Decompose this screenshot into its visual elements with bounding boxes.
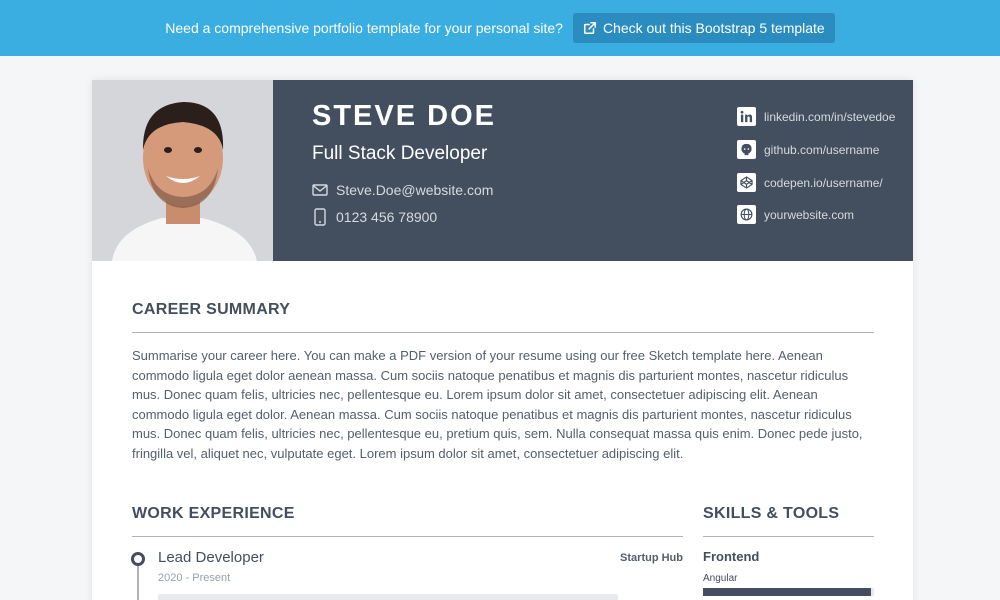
career-summary-divider	[132, 332, 874, 333]
job-title: Lead Developer	[158, 549, 264, 566]
external-link-icon	[583, 21, 596, 35]
resume-header: STEVE DOE Full Stack Developer Steve.Doe…	[92, 80, 913, 261]
social-item-github[interactable]: github.com/username	[737, 140, 879, 159]
social-item-codepen[interactable]: codepen.io/username/	[737, 173, 883, 192]
globe-icon	[737, 205, 756, 224]
promo-button[interactable]: Check out this Bootstrap 5 template	[572, 13, 835, 43]
skills-heading: SKILLS & TOOLS	[703, 505, 840, 522]
job-dates: 2020 - Present	[158, 572, 231, 584]
social-item-linkedin[interactable]: linkedin.com/in/stevedoe	[737, 107, 895, 126]
resume-card: STEVE DOE Full Stack Developer Steve.Doe…	[92, 80, 913, 600]
profile-name: STEVE DOE	[312, 100, 496, 132]
social-label-linkedin: linkedin.com/in/stevedoe	[764, 109, 896, 124]
linkedin-icon	[737, 107, 756, 126]
profile-title: Full Stack Developer	[312, 143, 488, 164]
career-summary-heading: CAREER SUMMARY	[132, 301, 291, 318]
skills-divider	[703, 536, 874, 537]
work-experience-divider	[132, 536, 683, 537]
profile-photo	[92, 80, 273, 261]
skill-bar-fill	[703, 588, 871, 596]
promo-text: Need a comprehensive portfolio template …	[165, 20, 563, 36]
work-experience-heading: WORK EXPERIENCE	[132, 505, 295, 522]
job-description	[158, 594, 618, 600]
timeline-line	[137, 562, 139, 600]
social-label-github: github.com/username	[764, 142, 880, 157]
skill-group-frontend: Frontend	[703, 549, 760, 564]
skill-bar-angular	[703, 588, 874, 596]
phone-row[interactable]: 0123 456 78900	[312, 208, 437, 226]
mobile-phone-icon	[314, 208, 326, 226]
social-item-website[interactable]: yourwebsite.com	[737, 205, 854, 224]
social-label-website: yourwebsite.com	[764, 207, 855, 222]
promo-button-label: Check out this Bootstrap 5 template	[602, 20, 825, 36]
email-row[interactable]: Steve.Doe@website.com	[312, 182, 493, 198]
promo-bar: Need a comprehensive portfolio template …	[0, 0, 1000, 56]
github-icon	[737, 140, 756, 159]
job-company: Startup Hub	[620, 552, 683, 564]
skill-name-angular: Angular	[703, 573, 738, 584]
career-summary-text: Summarise your career here. You can make…	[132, 348, 863, 461]
social-label-codepen: codepen.io/username/	[764, 175, 883, 190]
timeline-dot	[131, 552, 145, 566]
phone-text: 0123 456 78900	[336, 209, 438, 225]
email-text: Steve.Doe@website.com	[336, 182, 494, 198]
codepen-icon	[737, 173, 756, 192]
envelope-icon	[312, 184, 328, 196]
